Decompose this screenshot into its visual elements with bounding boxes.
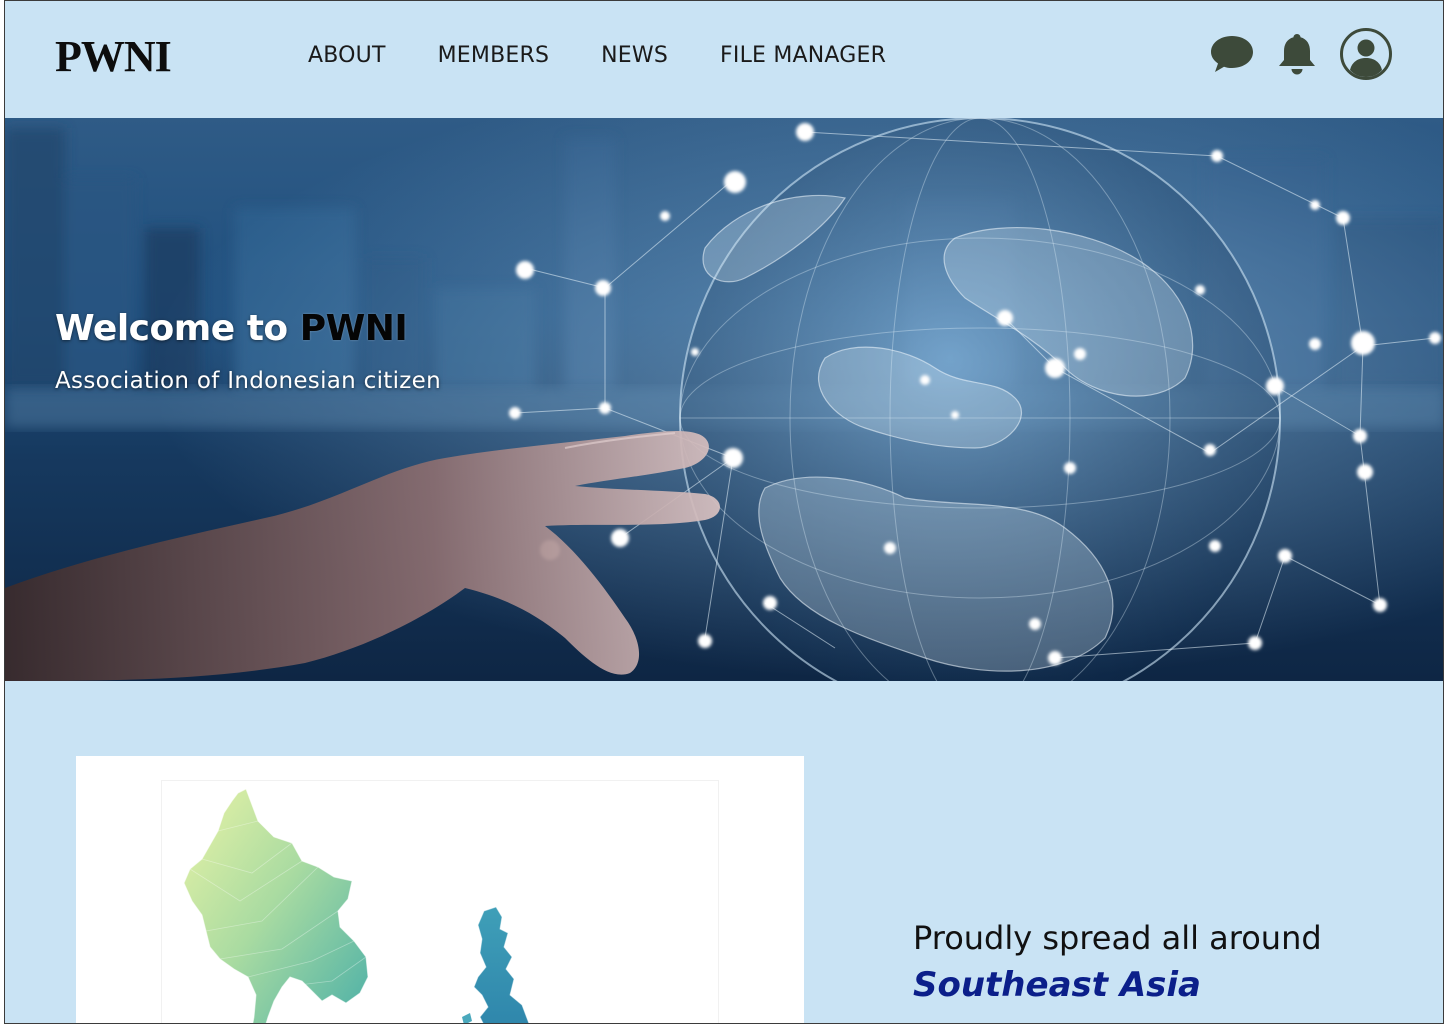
southeast-asia-map: [161, 780, 719, 1023]
section-region: Southeast Asia: [913, 965, 1201, 1005]
nav-item-about[interactable]: ABOUT: [308, 43, 386, 68]
hero-image: [5, 118, 1443, 681]
nav-item-members[interactable]: MEMBERS: [438, 43, 550, 68]
hero-subtitle: Association of Indonesian citizen: [55, 368, 442, 394]
hero-banner: Welcome to PWNI Association of Indonesia…: [5, 118, 1443, 681]
site-header: PWNI ABOUT MEMBERS NEWS FILE MANAGER: [5, 1, 1443, 118]
section-tagline: Proudly spread all around: [913, 919, 1322, 957]
user-avatar-icon[interactable]: [1339, 27, 1393, 81]
main-nav: ABOUT MEMBERS NEWS FILE MANAGER: [308, 43, 886, 68]
chat-icon[interactable]: [1209, 32, 1255, 76]
nav-item-news[interactable]: NEWS: [601, 43, 668, 68]
page-frame: PWNI ABOUT MEMBERS NEWS FILE MANAGER Wel…: [4, 0, 1444, 1024]
site-logo[interactable]: PWNI: [55, 31, 172, 82]
nav-item-file-manager[interactable]: FILE MANAGER: [720, 43, 886, 68]
map-card: [76, 756, 804, 1023]
header-actions: [1209, 27, 1393, 81]
hero-title-prefix: Welcome to: [55, 308, 300, 349]
bell-icon[interactable]: [1277, 32, 1317, 76]
map-image: [183, 788, 530, 1023]
hero-title-brand: PWNI: [299, 308, 408, 349]
hero-title: Welcome to PWNI: [55, 308, 408, 349]
